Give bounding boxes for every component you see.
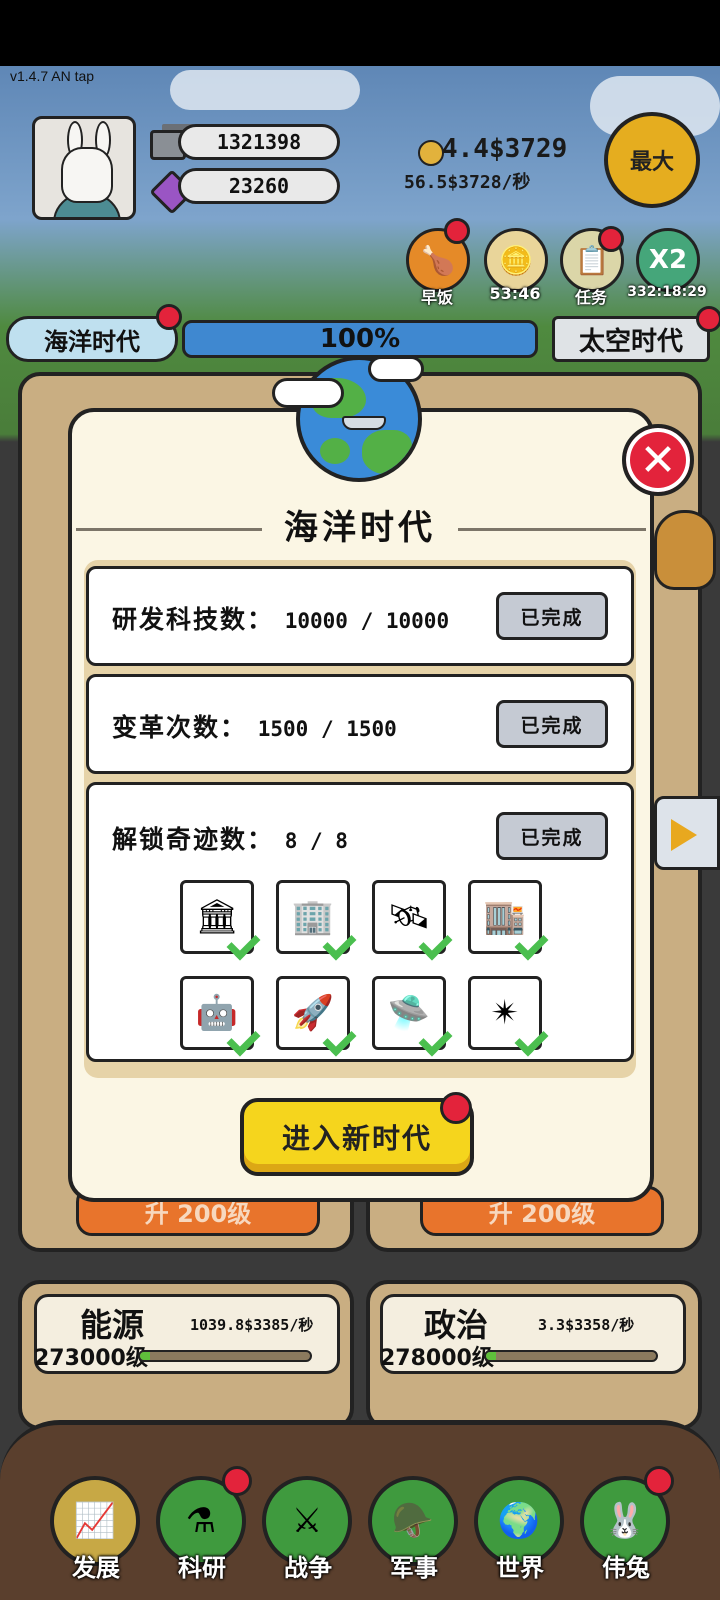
check-icon: [226, 1028, 260, 1056]
energy-level: 273000级: [34, 1346, 148, 1371]
energy-rate: 1039.8$3385/秒: [190, 1316, 314, 1334]
gem-counter: 23260: [178, 168, 340, 204]
double-boost-timer: 332:18:29: [627, 284, 707, 300]
check-icon: [418, 932, 452, 960]
ship-icon: [342, 416, 386, 430]
x2-icon: X2: [648, 245, 688, 275]
play-icon: [671, 819, 697, 851]
era-progress-bar: 100%: [182, 320, 538, 358]
nav-military-label: 军事: [390, 1554, 438, 1582]
globe-icon: 🌍: [497, 1501, 541, 1541]
check-icon: [514, 1028, 548, 1056]
version-label: v1.4.7 AN tap: [10, 68, 95, 84]
status-bar: [0, 0, 720, 66]
income-total: 4.4$3729: [442, 134, 568, 164]
notification-dot: [156, 304, 182, 330]
check-icon: [514, 932, 548, 960]
coin-icon: 🪙: [498, 243, 534, 277]
rabbit-icon: 🐰: [603, 1501, 647, 1541]
requirement-wonders-status: 已完成: [496, 812, 608, 860]
drumstick-icon: 🍗: [420, 243, 456, 277]
notification-dot: [598, 226, 624, 252]
close-button[interactable]: ✕: [622, 424, 694, 496]
nav-world-label: 世界: [496, 1554, 544, 1582]
swords-icon: ⚔: [291, 1501, 323, 1541]
politics-progress: [484, 1350, 658, 1362]
check-icon: [322, 932, 356, 960]
enter-new-era-button[interactable]: 进入新时代: [240, 1098, 474, 1176]
helmet-icon: 🪖: [391, 1501, 435, 1541]
side-video-button[interactable]: [654, 796, 720, 870]
energy-progress: [138, 1350, 312, 1362]
player-avatar[interactable]: [32, 116, 136, 220]
flask-icon: ⚗: [185, 1501, 217, 1541]
check-icon: [322, 1028, 356, 1056]
iron-counter: 1321398: [178, 124, 340, 160]
modal-title: 海洋时代: [284, 508, 436, 548]
nav-develop-label: 发展: [72, 1554, 120, 1582]
requirement-tech-text: 研发科技数： 10000 / 10000: [112, 605, 450, 634]
requirement-reform-text: 变革次数： 1500 / 1500: [112, 713, 397, 742]
nav-research-label: 科研: [178, 1554, 226, 1582]
check-icon: [418, 1028, 452, 1056]
income-per-second: 56.5$3728/秒: [404, 172, 531, 193]
close-icon: ✕: [639, 434, 677, 486]
nav-war-label: 战争: [284, 1554, 332, 1582]
coin-timer-button[interactable]: 🪙: [484, 228, 548, 292]
requirement-wonders-text: 解锁奇迹数： 8 / 8: [112, 825, 348, 854]
growth-icon: 📈: [73, 1501, 117, 1541]
max-button[interactable]: 最大: [604, 112, 700, 208]
notification-dot: [444, 218, 470, 244]
coin-icon: [418, 140, 444, 166]
next-era[interactable]: 太空时代: [552, 316, 710, 362]
politics-level: 278000级: [380, 1346, 494, 1371]
requirement-tech-status: 已完成: [496, 592, 608, 640]
cloud: [170, 70, 360, 110]
notification-dot: [696, 306, 720, 332]
check-icon: [226, 932, 260, 960]
double-boost-button[interactable]: X2: [636, 228, 700, 292]
breakfast-label: 早饭: [420, 288, 453, 307]
cloud-icon: [368, 356, 424, 382]
nav-great-rabbit-label: 伟兔: [602, 1554, 650, 1582]
requirement-reform-status: 已完成: [496, 700, 608, 748]
notification-dot: [222, 1466, 252, 1496]
avatar-face: [61, 147, 113, 203]
current-era[interactable]: 海洋时代: [6, 316, 178, 362]
politics-rate: 3.3$3358/秒: [538, 1316, 635, 1334]
notification-dot: [440, 1092, 472, 1124]
cloud-icon: [272, 378, 344, 408]
notification-dot: [644, 1466, 674, 1496]
